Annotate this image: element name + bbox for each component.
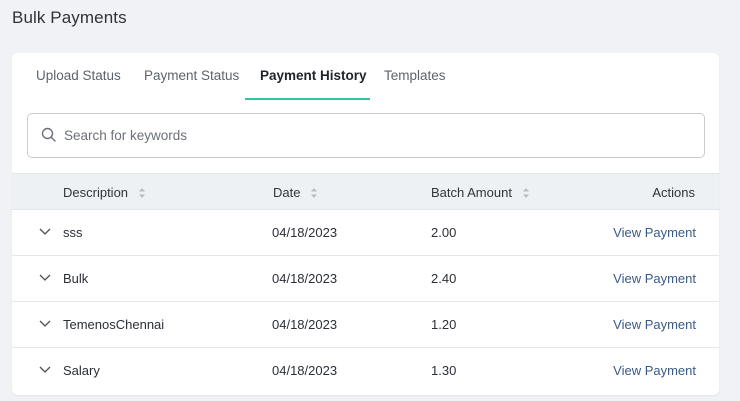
chevron-down-icon[interactable] bbox=[39, 227, 51, 236]
column-header-label: Batch Amount bbox=[431, 185, 512, 200]
column-header-batch-amount[interactable]: Batch Amount bbox=[431, 174, 530, 211]
active-tab-indicator bbox=[245, 98, 370, 100]
search-input[interactable] bbox=[64, 114, 684, 157]
row-date: 04/18/2023 bbox=[272, 271, 338, 286]
view-payment-link[interactable]: View Payment bbox=[613, 210, 696, 256]
view-payment-link[interactable]: View Payment bbox=[613, 348, 696, 394]
row-date: 04/18/2023 bbox=[272, 317, 338, 332]
row-date: 04/18/2023 bbox=[272, 225, 338, 240]
chevron-down-icon[interactable] bbox=[39, 273, 51, 282]
payments-card: Upload Status Payment Status Payment His… bbox=[12, 53, 719, 395]
tab-payment-status[interactable]: Payment Status bbox=[144, 68, 239, 83]
table-row: sss 04/18/2023 2.00 View Payment bbox=[12, 210, 719, 256]
tab-bar: Upload Status Payment Status Payment His… bbox=[12, 53, 719, 101]
row-batch-amount: 1.20 bbox=[431, 317, 457, 332]
table-row: Bulk 04/18/2023 2.40 View Payment bbox=[12, 256, 719, 302]
tab-upload-status[interactable]: Upload Status bbox=[36, 68, 121, 83]
row-date: 04/18/2023 bbox=[272, 363, 338, 378]
chevron-down-icon[interactable] bbox=[39, 365, 51, 374]
table-row: TemenosChennai 04/18/2023 1.20 View Paym… bbox=[12, 302, 719, 348]
row-batch-amount: 2.40 bbox=[431, 271, 457, 286]
sort-icon[interactable] bbox=[522, 187, 530, 199]
table-header: Description Date Batch Amount Actions bbox=[12, 173, 719, 210]
page-title: Bulk Payments bbox=[12, 8, 127, 27]
tab-payment-history[interactable]: Payment History bbox=[260, 68, 367, 83]
column-header-label: Description bbox=[63, 185, 129, 200]
search-icon bbox=[41, 127, 56, 142]
row-description: Salary bbox=[63, 363, 100, 378]
table-row: Salary 04/18/2023 1.30 View Payment bbox=[12, 348, 719, 394]
view-payment-link[interactable]: View Payment bbox=[613, 302, 696, 348]
row-batch-amount: 2.00 bbox=[431, 225, 457, 240]
column-header-label: Date bbox=[273, 185, 301, 200]
column-header-description[interactable]: Description bbox=[63, 174, 146, 211]
row-description: sss bbox=[63, 225, 83, 240]
view-payment-link[interactable]: View Payment bbox=[613, 256, 696, 302]
row-batch-amount: 1.30 bbox=[431, 363, 457, 378]
tab-templates[interactable]: Templates bbox=[384, 68, 446, 83]
row-description: TemenosChennai bbox=[63, 317, 165, 332]
column-header-date[interactable]: Date bbox=[273, 174, 318, 211]
search-box[interactable] bbox=[27, 113, 705, 158]
row-description: Bulk bbox=[63, 271, 89, 286]
sort-icon[interactable] bbox=[138, 187, 146, 199]
chevron-down-icon[interactable] bbox=[39, 319, 51, 328]
sort-icon[interactable] bbox=[310, 187, 318, 199]
column-header-actions: Actions bbox=[652, 185, 695, 200]
